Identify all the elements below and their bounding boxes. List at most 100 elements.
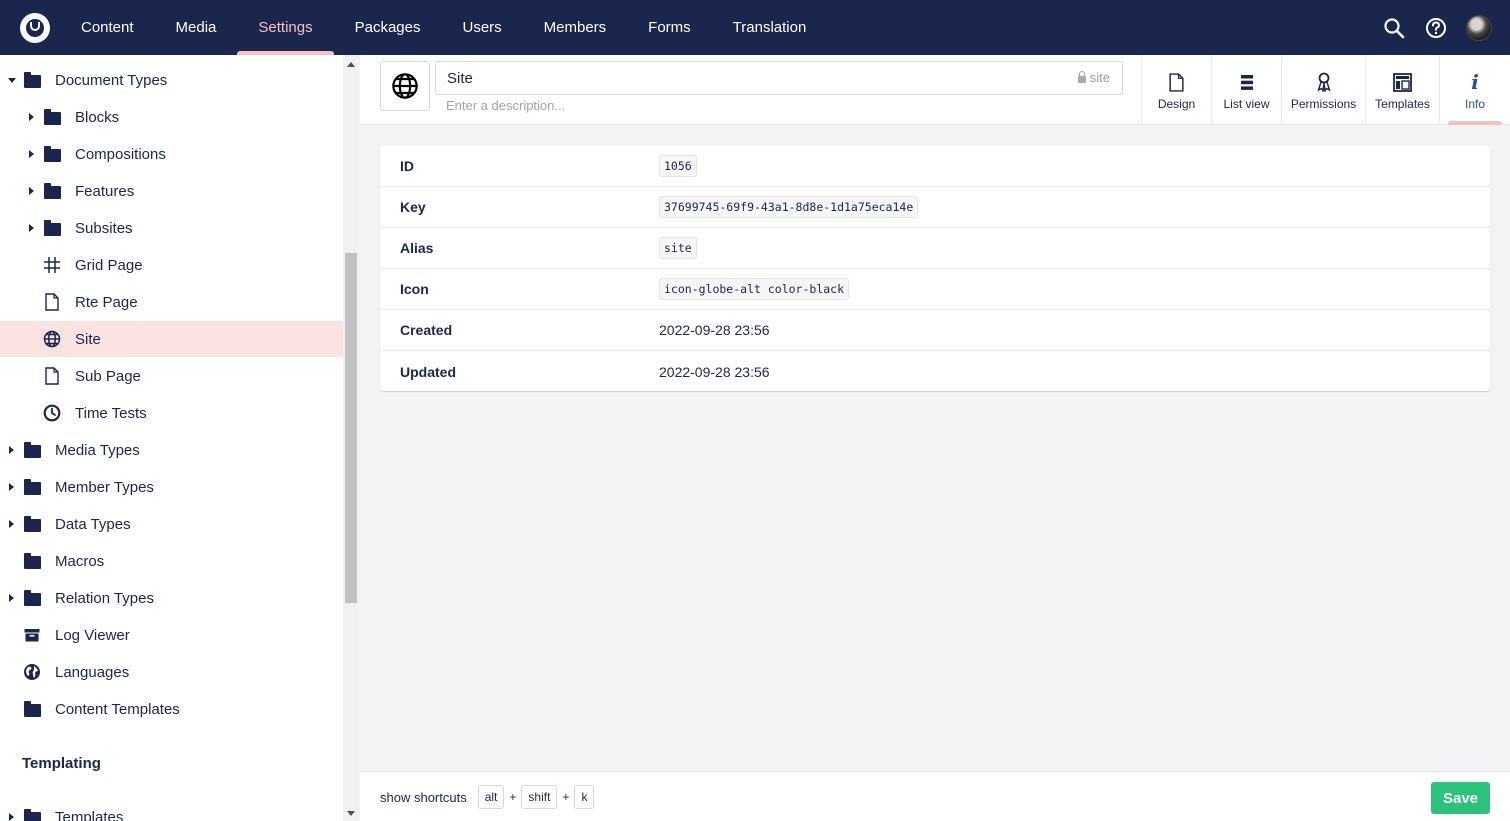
tree-item-time-tests[interactable]: Time Tests	[0, 395, 343, 431]
info-value: icon-globe-alt color-black	[659, 278, 850, 300]
nav-content[interactable]: Content	[60, 0, 155, 55]
umbraco-logo[interactable]	[20, 12, 50, 43]
globe-icon	[392, 73, 418, 99]
tree-item-media-types[interactable]: Media Types	[0, 432, 343, 468]
document-icon	[43, 293, 61, 311]
tree-item-templates[interactable]: Templates	[0, 799, 343, 821]
caret-right-icon[interactable]	[9, 813, 14, 821]
tree-item-label: Content Templates	[55, 700, 180, 718]
world-icon	[23, 664, 41, 680]
scroll-up-icon[interactable]	[347, 62, 355, 67]
folder-icon	[43, 182, 61, 199]
tree-item-relation-types[interactable]: Relation Types	[0, 580, 343, 616]
info-value: 37699745-69f9-43a1-8d8e-1d1a75eca14e	[659, 196, 919, 218]
search-icon[interactable]	[1382, 16, 1406, 40]
tree-item-label: Document Types	[55, 71, 168, 89]
info-value: 2022-09-28 23:56	[659, 363, 770, 380]
app-label: Permissions	[1290, 97, 1357, 111]
app-list-view[interactable]: List view	[1211, 55, 1281, 125]
description-input[interactable]: Enter a description...	[446, 98, 565, 113]
kbd-shift: shift	[521, 785, 558, 809]
caret-right-icon[interactable]	[29, 224, 34, 232]
info-label: Key	[400, 199, 426, 215]
caret-right-icon[interactable]	[29, 187, 34, 195]
nav-media[interactable]: Media	[155, 0, 238, 55]
nav-forms[interactable]: Forms	[627, 0, 712, 55]
nav-packages[interactable]: Packages	[334, 0, 442, 55]
caret-right-icon[interactable]	[9, 483, 14, 491]
name-input[interactable]: Site site	[435, 61, 1123, 95]
tree-item-label: Macros	[55, 552, 105, 570]
tree-item-label: Data Types	[55, 515, 131, 533]
folder-icon	[43, 219, 61, 236]
caret-right-icon[interactable]	[9, 446, 14, 454]
scroll-down-icon[interactable]	[347, 811, 355, 816]
box-icon	[23, 627, 41, 643]
kbd-alt: alt	[477, 785, 505, 809]
tree-item-member-types[interactable]: Member Types	[0, 469, 343, 505]
folder-icon	[23, 441, 41, 458]
nav-settings[interactable]: Settings	[237, 0, 334, 55]
info-value: 2022-09-28 23:56	[659, 322, 770, 338]
caret-right-icon[interactable]	[9, 520, 14, 528]
template-icon	[1393, 69, 1412, 95]
tree-item-blocks[interactable]: Blocks	[0, 99, 343, 135]
tree-item-rte-page[interactable]: Rte Page	[0, 284, 343, 320]
tree-item-content-templates[interactable]: Content Templates	[0, 691, 343, 727]
scroll-thumb[interactable]	[345, 253, 357, 603]
info-value: site	[659, 237, 697, 259]
tree-item-label: Compositions	[75, 145, 166, 163]
tree-item-languages[interactable]: Languages	[0, 654, 343, 690]
tree-item-data-types[interactable]: Data Types	[0, 506, 343, 542]
folder-icon	[43, 145, 61, 162]
caret-right-icon[interactable]	[29, 113, 34, 121]
info-row-key: Key 37699745-69f9-43a1-8d8e-1d1a75eca14e	[380, 187, 1490, 228]
tree-item-features[interactable]: Features	[0, 173, 343, 209]
folder-icon	[23, 808, 41, 821]
sidebar-scrollbar[interactable]	[343, 55, 359, 821]
show-shortcuts[interactable]: show shortcuts alt + shift + k	[380, 785, 599, 809]
tree-item-grid-page[interactable]: Grid Page	[0, 247, 343, 283]
tree-item-compositions[interactable]: Compositions	[0, 136, 343, 172]
app-label: Info	[1464, 97, 1485, 111]
app-permissions[interactable]: Permissions	[1281, 55, 1365, 125]
section-nav: Content Media Settings Packages Users Me…	[60, 0, 827, 55]
save-button[interactable]: Save	[1431, 782, 1490, 814]
lock-icon	[1077, 70, 1086, 83]
alias-value: site	[1089, 70, 1110, 85]
document-type-icon-picker[interactable]	[380, 61, 430, 111]
avatar[interactable]	[1466, 14, 1492, 41]
tree-item-label: Log Viewer	[55, 626, 130, 644]
folder-icon	[43, 108, 61, 125]
tree-item-site[interactable]: Site	[0, 321, 343, 357]
name-value: Site	[447, 69, 473, 87]
help-icon[interactable]	[1424, 16, 1448, 40]
folder-icon	[23, 515, 41, 532]
folder-icon	[23, 478, 41, 495]
app-templates[interactable]: Templates	[1365, 55, 1439, 125]
tree-item-sub-page[interactable]: Sub Page	[0, 358, 343, 394]
folder-icon	[23, 589, 41, 606]
alias-lock[interactable]: site	[1077, 70, 1110, 85]
grid-icon	[43, 257, 61, 273]
app-design[interactable]: Design	[1141, 55, 1211, 125]
tree-item-label: Member Types	[55, 478, 154, 496]
info-row-updated: Updated 2022-09-28 23:56	[380, 351, 1490, 392]
tree-item-label: Features	[75, 182, 135, 200]
nav-members[interactable]: Members	[523, 0, 628, 55]
nav-translation[interactable]: Translation	[712, 0, 828, 55]
tree-item-macros[interactable]: Macros	[0, 543, 343, 579]
app-info[interactable]: i Info	[1439, 55, 1510, 125]
tree-item-log-viewer[interactable]: Log Viewer	[0, 617, 343, 653]
tree-item-document-types[interactable]: Document Types	[0, 62, 343, 98]
shortcuts-label: show shortcuts	[380, 789, 467, 805]
tree-item-subsites[interactable]: Subsites	[0, 210, 343, 246]
caret-right-icon[interactable]	[9, 594, 14, 602]
info-value: 1056	[659, 155, 697, 177]
tree-item-label: Grid Page	[75, 256, 143, 274]
tree-item-label: Templates	[55, 808, 124, 821]
nav-users[interactable]: Users	[441, 0, 522, 55]
globe-icon	[43, 330, 61, 348]
caret-right-icon[interactable]	[29, 150, 34, 158]
caret-down-icon[interactable]	[8, 78, 16, 83]
